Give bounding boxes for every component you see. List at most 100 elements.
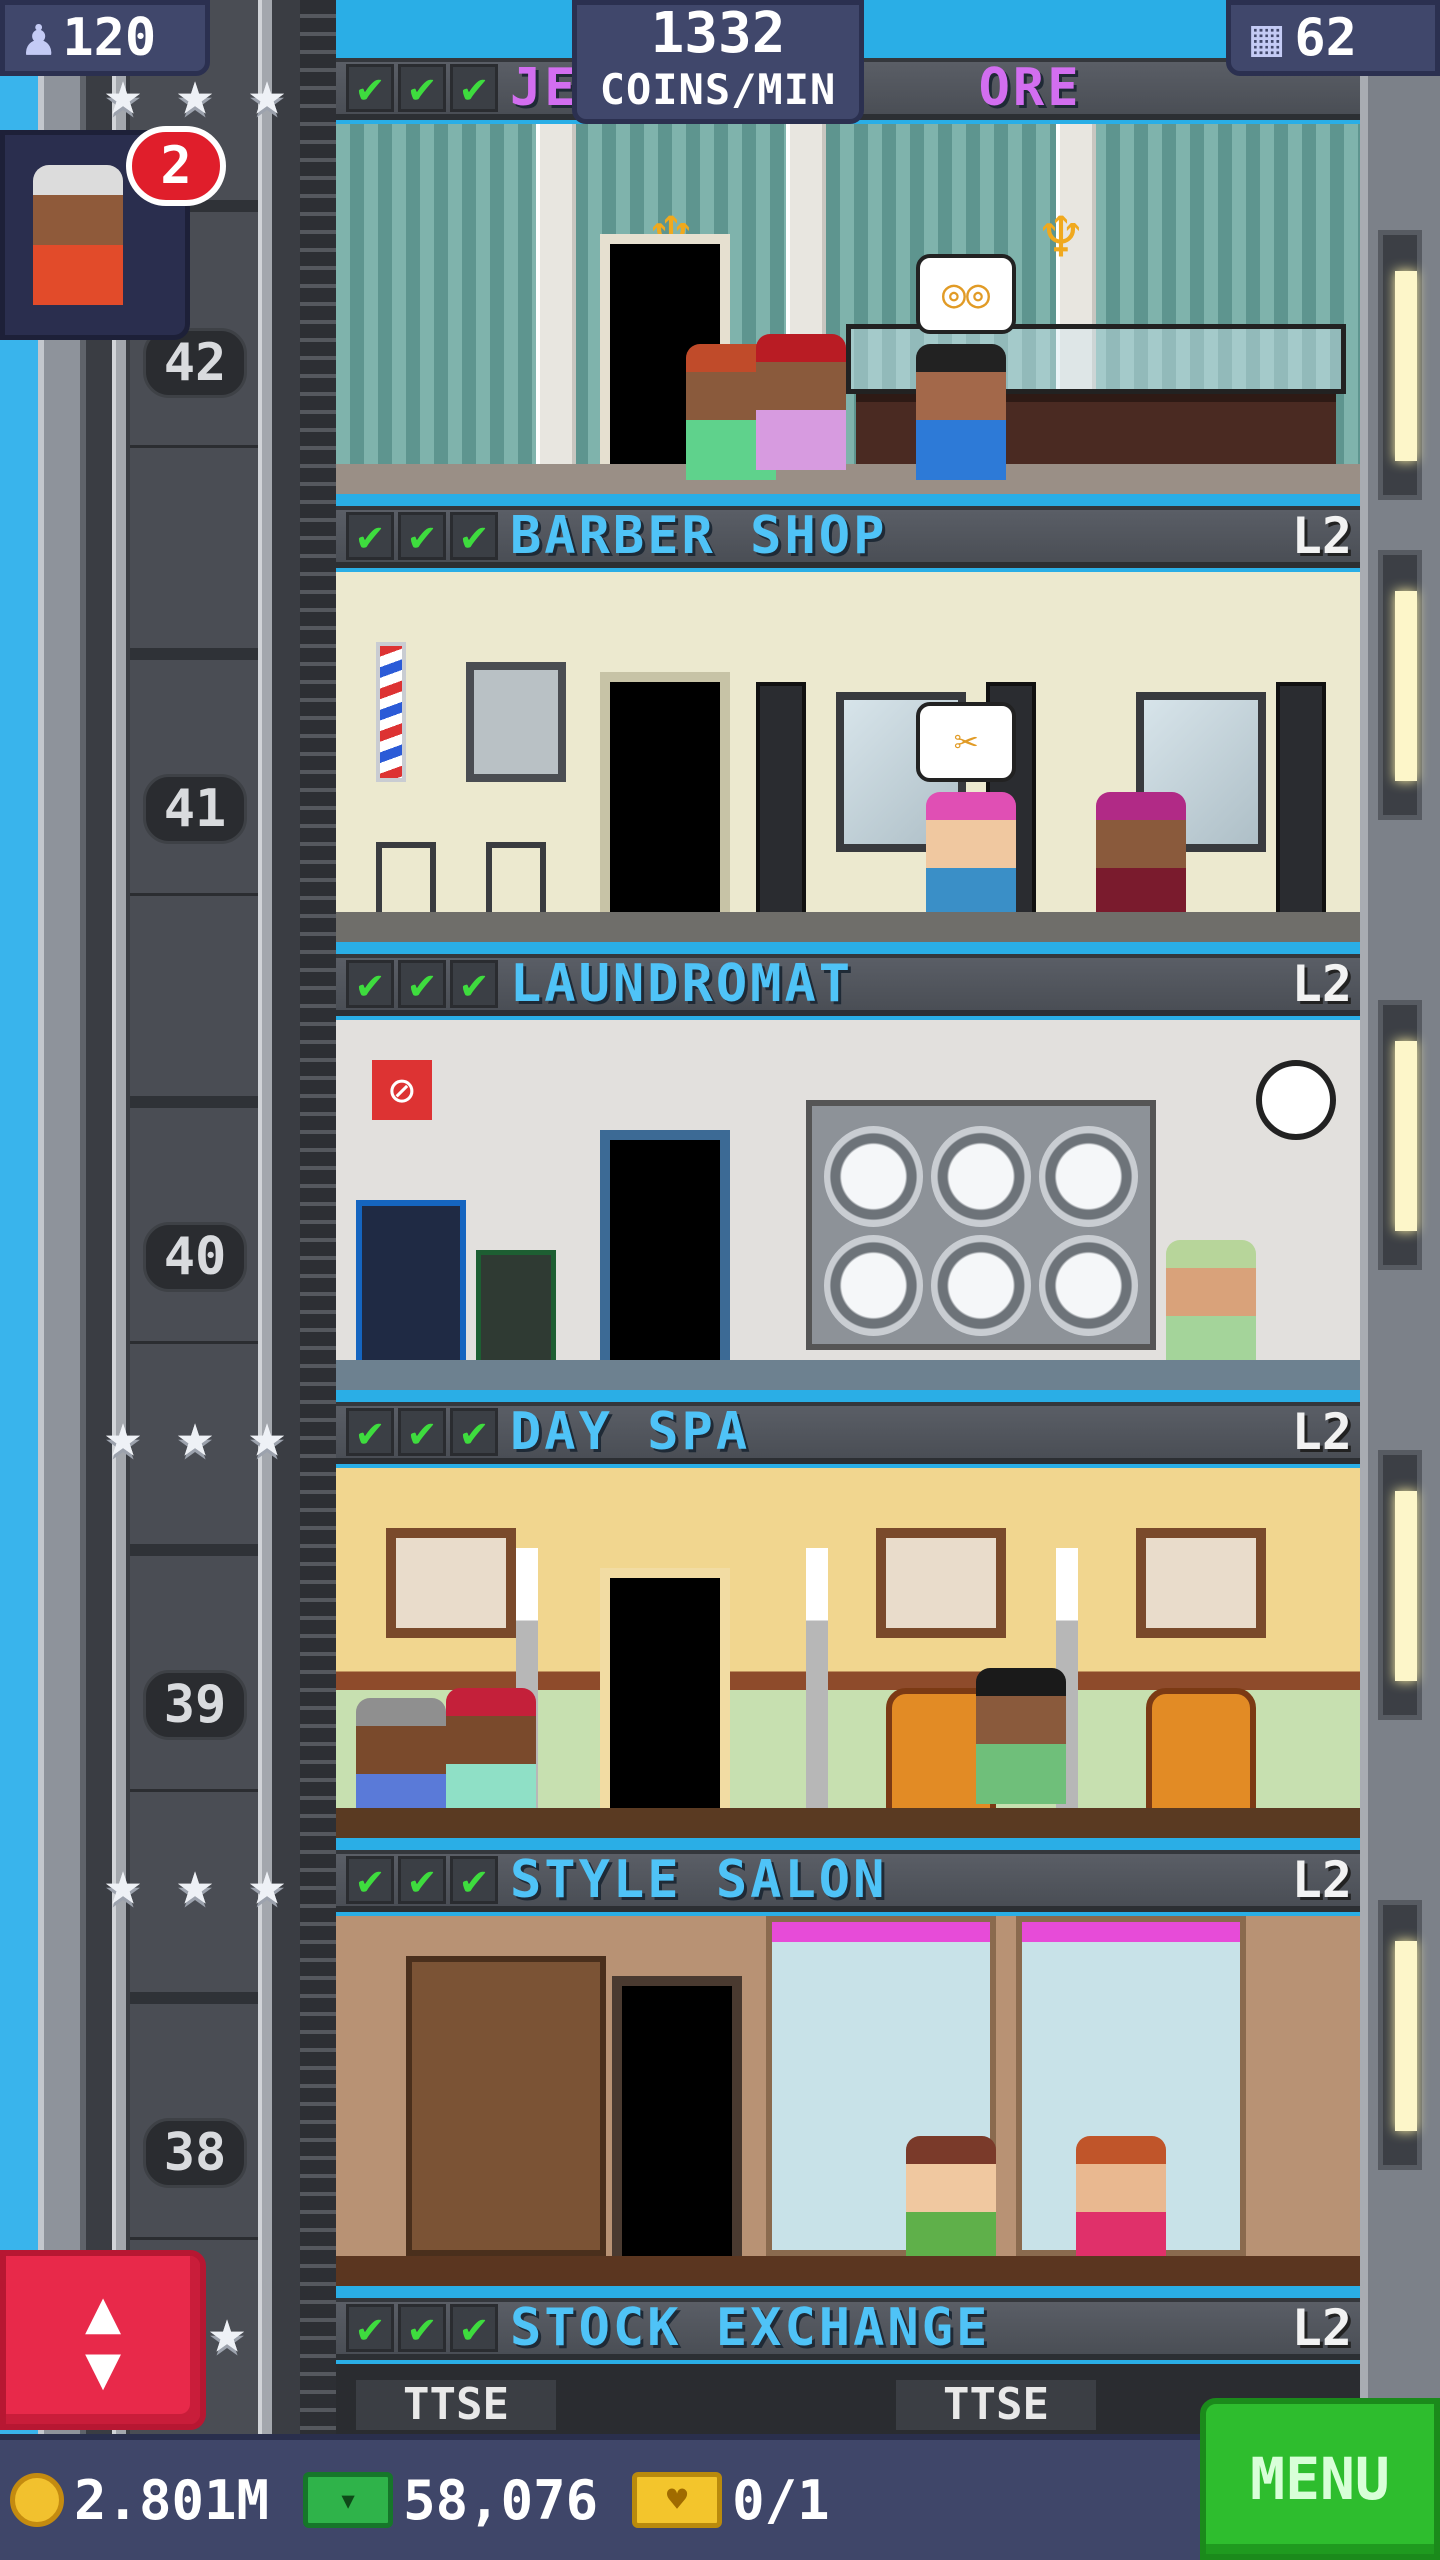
floor-name-tail: ORE [978, 58, 1082, 118]
floor-name: LAUNDROMAT [510, 954, 854, 1014]
wall-picture [876, 1528, 1006, 1638]
washer-drum [931, 1126, 1031, 1227]
stock-checks: ✔ ✔ ✔ [346, 64, 498, 112]
star-row: ★ ★ ★ [92, 1404, 298, 1466]
down-arrow-icon: ▼ [84, 2333, 122, 2403]
check-icon: ✔ [398, 64, 446, 112]
floor-level: L2 [1291, 955, 1352, 1013]
cabinet [1276, 682, 1326, 932]
pillar [536, 124, 576, 464]
room-jewelry[interactable]: ♆ ♆ ◎◎ [336, 124, 1360, 494]
wall-picture [466, 662, 566, 782]
floor-number-41: 41 [143, 774, 247, 844]
coins-stat[interactable]: 2.801M [10, 2469, 269, 2532]
stock-checks: ✔ ✔ ✔ [346, 2304, 498, 2352]
population-counter[interactable]: ♟ 120 [0, 0, 210, 76]
check-icon: ✔ [450, 1856, 498, 1904]
floor-name: STOCK EXCHANGE [510, 2298, 991, 2358]
check-icon: ✔ [398, 1408, 446, 1456]
population-value: 120 [62, 8, 157, 68]
earring-request-bubble[interactable]: ◎◎ [916, 254, 1016, 334]
check-icon: ✔ [450, 512, 498, 560]
check-icon: ✔ [450, 64, 498, 112]
floor-level: L2 [1291, 1851, 1352, 1909]
room-barber[interactable]: ✂ [336, 572, 1360, 942]
floor-level: L2 [1291, 2299, 1352, 2357]
check-icon: ✔ [346, 1856, 394, 1904]
shaft-cable-right [258, 0, 272, 2560]
star-row: ★ ★ ★ [92, 1852, 298, 1914]
washer-drum [824, 1126, 924, 1227]
check-icon: ✔ [398, 2304, 446, 2352]
room-style-salon[interactable] [336, 1916, 1360, 2286]
bitizen[interactable] [1076, 2136, 1166, 2272]
check-icon: ✔ [346, 2304, 394, 2352]
wall-picture [1136, 1528, 1266, 1638]
window [1378, 1450, 1422, 1720]
check-icon: ✔ [450, 1408, 498, 1456]
tickets-stat[interactable]: ♥ 0/1 [632, 2469, 830, 2532]
floor-counter[interactable]: ▦ 62 [1226, 0, 1440, 76]
star-icon: ★ [248, 56, 286, 129]
floor-level: L2 [1291, 1403, 1352, 1461]
person-icon: ♟ [23, 8, 55, 68]
wall-picture [386, 1528, 516, 1638]
stock-checks: ✔ ✔ ✔ [346, 1856, 498, 1904]
chandelier-icon: ♆ [1040, 199, 1082, 278]
washer-drum [931, 1235, 1031, 1336]
floor-strip [336, 912, 1360, 942]
check-icon: ✔ [450, 2304, 498, 2352]
barber-pole-icon [376, 642, 406, 782]
room-day-spa[interactable] [336, 1468, 1360, 1838]
check-icon: ✔ [398, 512, 446, 560]
window [1378, 1000, 1422, 1270]
bitizen[interactable] [756, 334, 846, 470]
check-icon: ✔ [346, 1408, 394, 1456]
check-icon: ✔ [398, 1856, 446, 1904]
waiting-chair [376, 842, 436, 922]
check-icon: ✔ [398, 960, 446, 1008]
floor-header: ✔ ✔ ✔ BARBER SHOP L2 [336, 506, 1360, 568]
star-icon: ★ [104, 1398, 142, 1471]
elevator-door [600, 1130, 730, 1360]
stock-checks: ✔ ✔ ✔ [346, 1408, 498, 1456]
floor-strip [336, 2256, 1360, 2286]
bitizen[interactable] [976, 1668, 1066, 1804]
washing-machines [806, 1100, 1156, 1350]
floor-number-39: 39 [143, 1670, 247, 1740]
tickets-value: 0/1 [732, 2468, 830, 2532]
room-laundromat[interactable]: ⊘ [336, 1020, 1360, 1390]
bitizen[interactable] [1096, 792, 1186, 928]
menu-button[interactable]: MENU [1200, 2398, 1440, 2560]
bitizen[interactable] [446, 1688, 536, 1824]
washer-drum [1038, 1235, 1138, 1336]
floor-name: BARBER SHOP [510, 506, 888, 566]
window [1378, 230, 1422, 500]
stock-checks: ✔ ✔ ✔ [346, 960, 498, 1008]
bitizen[interactable] [906, 2136, 996, 2272]
elevator-door [612, 1976, 742, 2256]
bux-stat[interactable]: ▾ 58,076 [303, 2469, 598, 2532]
check-icon: ✔ [346, 960, 394, 1008]
floor-number-40: 40 [143, 1222, 247, 1292]
coins-per-min-value: 1332 [650, 1, 786, 66]
product-shelf [406, 1956, 606, 2256]
up-arrow-icon: ▲ [84, 2277, 122, 2347]
check-icon: ✔ [450, 960, 498, 1008]
bitizen[interactable] [1166, 1240, 1256, 1376]
floor-number-38: 38 [143, 2118, 247, 2188]
coins-per-min-panel[interactable]: 1332 COINS/MIN [572, 0, 864, 124]
bitizen[interactable] [916, 344, 1006, 480]
elevator-door [600, 1568, 730, 1808]
check-icon: ✔ [346, 512, 394, 560]
bitizen[interactable] [926, 792, 1016, 928]
washer-drum [824, 1235, 924, 1336]
floor-header: ✔ ✔ ✔ DAY SPA L2 [336, 1402, 1360, 1464]
razor-request-bubble[interactable]: ✂ [916, 702, 1016, 782]
shaft-cable-left [112, 0, 126, 2560]
floor-header: ✔ ✔ ✔ LAUNDROMAT L2 [336, 954, 1360, 1016]
elevator-button[interactable]: ▲ ▼ [0, 2250, 206, 2430]
coins-value: 2.801M [74, 2468, 270, 2532]
floor-name: STYLE SALON [510, 1850, 888, 1910]
floor-strip [336, 464, 1360, 494]
